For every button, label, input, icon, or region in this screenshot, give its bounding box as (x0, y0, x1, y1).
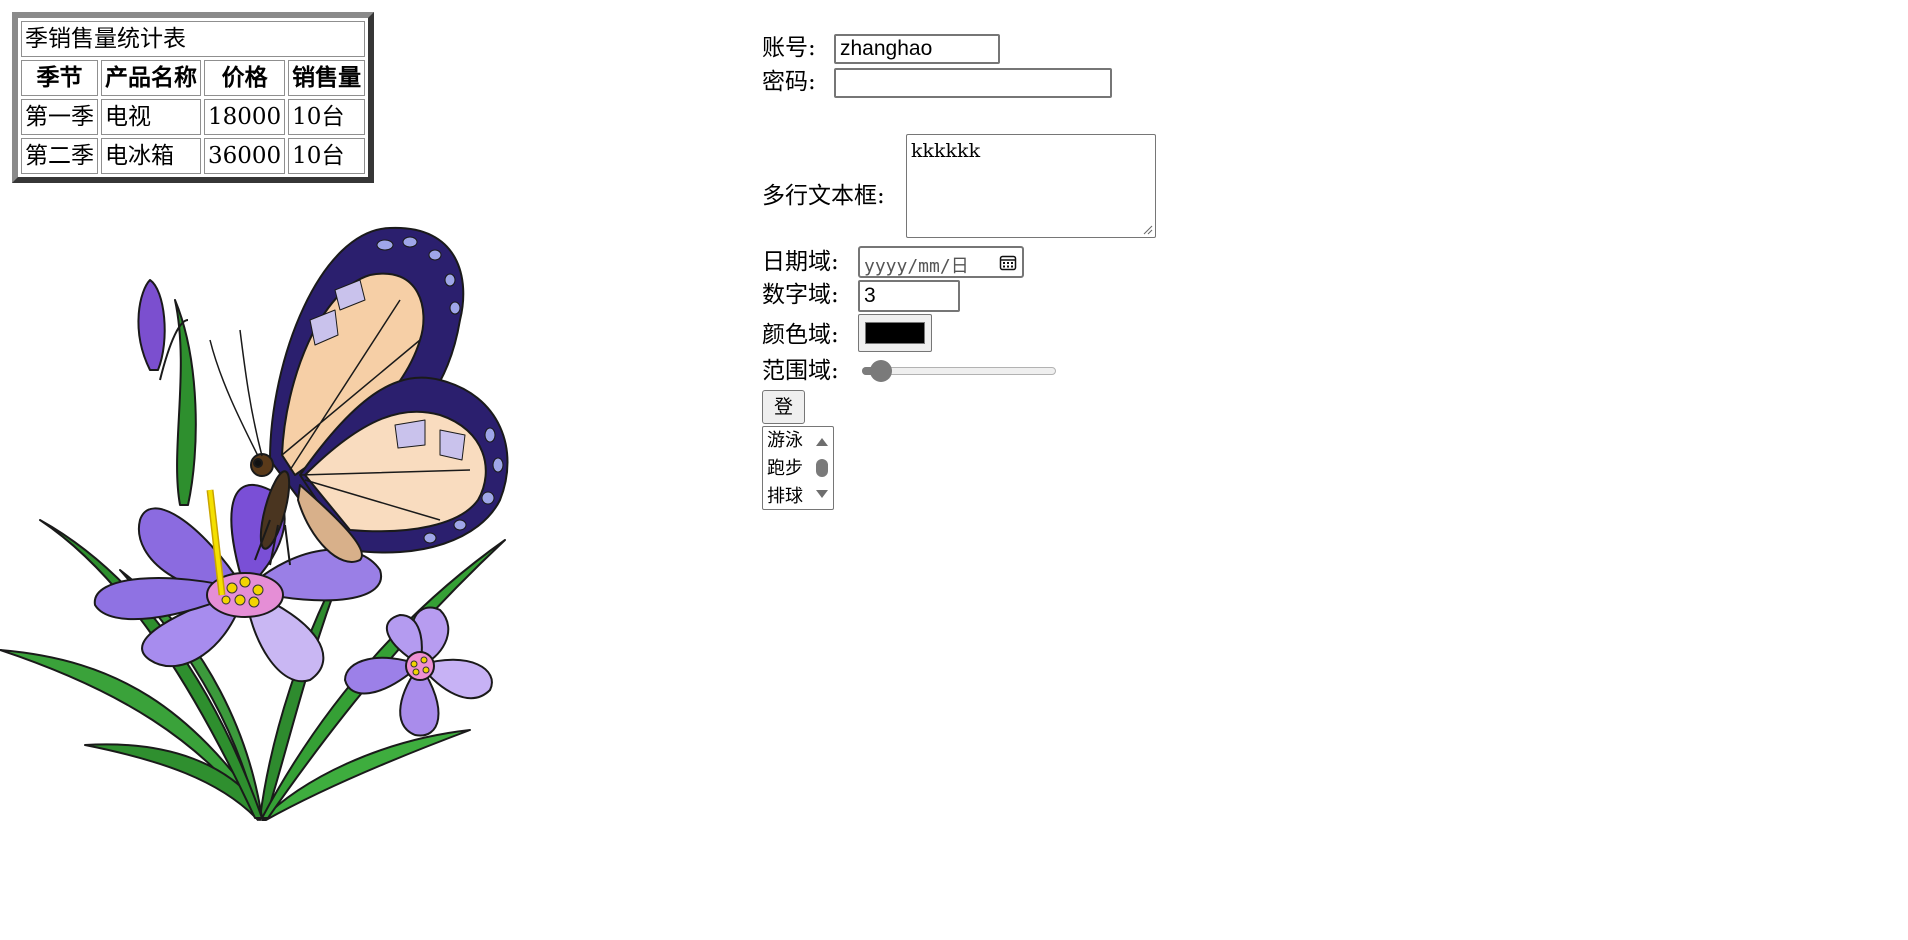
table-cell: 18000 (204, 99, 286, 135)
scroll-thumb (816, 459, 828, 477)
date-row: 日期域: (762, 248, 839, 276)
date-label: 日期域: (762, 249, 839, 275)
table-cell: 电视 (101, 99, 201, 135)
scroll-up-arrow-icon (816, 438, 828, 446)
table-cell: 36000 (204, 138, 286, 174)
number-row: 数字域: (762, 281, 839, 309)
account-label: 账号: (762, 35, 816, 61)
header-sales-volume: 销售量 (288, 60, 366, 96)
color-label: 颜色域: (762, 322, 839, 348)
textarea-label: 多行文本框: (762, 183, 885, 209)
date-placeholder: yyyy/mm/日 (864, 256, 969, 277)
password-input[interactable] (834, 68, 1112, 98)
butterfly-on-flower-illustration (0, 226, 509, 821)
number-label: 数字域: (762, 282, 839, 308)
list-item[interactable]: 跑步 (767, 455, 803, 483)
multiline-textarea[interactable]: kkkkkk (906, 134, 1156, 238)
date-input[interactable]: yyyy/mm/日 (858, 246, 1024, 278)
table-caption: 季销售量统计表 (21, 21, 366, 57)
color-swatch (865, 322, 925, 344)
sales-table: 季销售量统计表 季节 产品名称 价格 销售量 第一季 电视 18000 10台 … (12, 12, 375, 183)
table-cell: 电冰箱 (101, 138, 201, 174)
range-slider[interactable] (862, 360, 1056, 382)
range-label: 范围域: (762, 358, 839, 384)
password-row: 密码: (762, 68, 816, 96)
table-header-row: 季节 产品名称 价格 销售量 (21, 60, 366, 96)
table-cell: 10台 (288, 99, 366, 135)
range-row: 范围域: (762, 357, 839, 385)
table-cell: 10台 (288, 138, 366, 174)
table-row: 第一季 电视 18000 10台 (21, 99, 366, 135)
calendar-icon[interactable] (999, 254, 1017, 272)
resize-grip-icon[interactable] (1143, 225, 1153, 235)
table-cell: 第二季 (21, 138, 98, 174)
account-input[interactable] (834, 34, 1000, 64)
scroll-down-arrow-icon (816, 490, 828, 498)
account-row: 账号: (762, 34, 816, 62)
sports-listbox[interactable]: 游泳 跑步 排球 (762, 426, 834, 510)
range-thumb[interactable] (870, 360, 893, 382)
number-input[interactable] (858, 280, 960, 312)
textarea-text: kkkkkk (911, 140, 981, 162)
password-label: 密码: (762, 69, 816, 95)
list-item[interactable]: 排球 (767, 483, 803, 511)
table-row: 第二季 电冰箱 36000 10台 (21, 138, 366, 174)
textarea-row: 多行文本框: (762, 182, 885, 210)
login-button[interactable]: 登陆 (762, 390, 806, 450)
header-season: 季节 (21, 60, 98, 96)
color-row: 颜色域: (762, 321, 839, 349)
list-item[interactable]: 游泳 (767, 427, 803, 455)
table-cell: 第一季 (21, 99, 98, 135)
listbox-scrollbar[interactable] (813, 427, 831, 509)
color-picker[interactable] (858, 314, 932, 352)
header-product-name: 产品名称 (101, 60, 201, 96)
header-price: 价格 (204, 60, 286, 96)
